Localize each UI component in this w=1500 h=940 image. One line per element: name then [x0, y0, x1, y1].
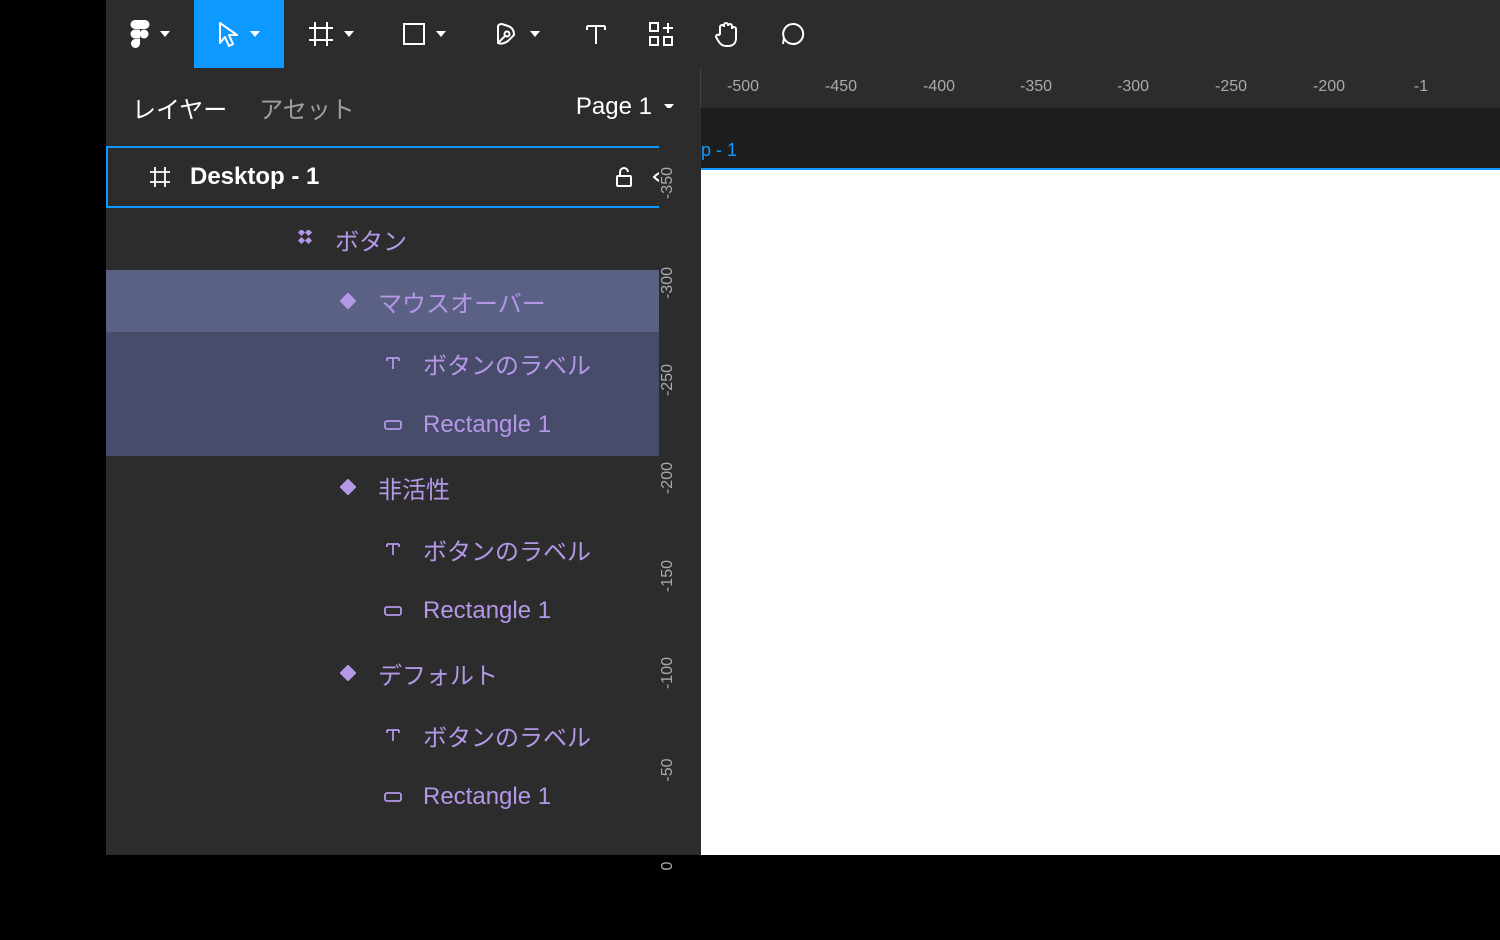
layer-text-button-label-3[interactable]: ボタンのラベル — [106, 704, 700, 766]
hand-tool-button[interactable] — [694, 0, 760, 68]
ruler-tick: -250 — [1215, 78, 1247, 96]
tab-assets[interactable]: アセット — [259, 90, 355, 125]
canvas-frame[interactable] — [701, 168, 1500, 855]
layer-variant-default[interactable]: デフォルト — [106, 642, 700, 704]
ruler-tick: -300 — [1117, 78, 1149, 96]
text-layer-icon — [379, 541, 407, 557]
layer-component-set-button[interactable]: ボタン — [106, 208, 700, 270]
left-gutter — [0, 0, 106, 940]
text-layer-icon — [379, 355, 407, 371]
cursor-icon — [218, 21, 240, 47]
move-tool-button[interactable] — [194, 0, 284, 68]
text-tool-button[interactable] — [564, 0, 628, 68]
resources-tool-button[interactable] — [628, 0, 694, 68]
ruler-tick: 0 — [659, 862, 701, 871]
comment-tool-button[interactable] — [760, 0, 826, 68]
resources-icon — [648, 21, 674, 47]
ruler-tick: -300 — [659, 267, 701, 299]
variant-icon — [334, 665, 362, 681]
chevron-down-icon — [344, 31, 354, 37]
chevron-down-icon — [530, 31, 540, 37]
page-label: Page 1 — [576, 93, 652, 121]
layer-variant-mouseover[interactable]: マウスオーバー — [106, 270, 700, 332]
layer-variant-inactive[interactable]: 非活性 — [106, 456, 700, 518]
ruler-tick: -350 — [659, 167, 701, 199]
rectangle-layer-icon — [379, 606, 407, 616]
ruler-tick: -450 — [825, 78, 857, 96]
layer-rectangle-1a[interactable]: Rectangle 1 — [106, 394, 700, 456]
variant-icon — [334, 293, 362, 309]
layer-label: マウスオーバー — [378, 284, 700, 319]
tab-layers[interactable]: レイヤー — [132, 90, 227, 125]
layers-panel: レイヤー アセット Page 1 Desktop - 1 — [106, 68, 701, 855]
text-layer-icon — [379, 727, 407, 743]
pen-icon — [494, 21, 520, 47]
pen-tool-button[interactable] — [470, 0, 564, 68]
text-icon — [584, 22, 608, 46]
ruler-tick: -250 — [659, 364, 701, 396]
figma-menu-button[interactable] — [106, 0, 194, 68]
ruler-tick: -400 — [923, 78, 955, 96]
unlock-icon[interactable] — [614, 166, 634, 188]
ruler-tick: -500 — [727, 78, 759, 96]
ruler-tick: -100 — [659, 657, 701, 689]
layer-label: デフォルト — [378, 656, 700, 691]
layer-rectangle-1b[interactable]: Rectangle 1 — [106, 580, 700, 642]
bottom-gutter — [0, 855, 1500, 940]
panel-tabs: レイヤー アセット Page 1 — [106, 68, 700, 146]
layer-text-button-label-1[interactable]: ボタンのラベル — [106, 332, 700, 394]
ruler-vertical: -350 -300 -250 -200 -150 -100 -50 0 — [659, 108, 701, 855]
ruler-tick: -50 — [659, 758, 701, 781]
ruler-tick: -1 — [1414, 78, 1428, 96]
component-set-icon — [291, 230, 319, 248]
chevron-down-icon — [436, 31, 446, 37]
ruler-horizontal: -500 -450 -400 -350 -300 -250 -200 -1 — [701, 68, 1500, 108]
layer-rectangle-1c[interactable]: Rectangle 1 — [106, 766, 700, 828]
ruler-tick: -350 — [1020, 78, 1052, 96]
rectangle-layer-icon — [379, 420, 407, 430]
ruler-tick: -200 — [1313, 78, 1345, 96]
shape-tool-button[interactable] — [378, 0, 470, 68]
layer-label: 非活性 — [378, 470, 700, 505]
rectangle-icon — [402, 22, 426, 46]
variant-icon — [334, 479, 362, 495]
ruler-tick: -200 — [659, 462, 701, 494]
chevron-down-icon — [250, 31, 260, 37]
chevron-down-icon — [160, 31, 170, 37]
canvas[interactable]: -350 -300 -250 -200 -150 -100 -50 0 -500… — [701, 68, 1500, 855]
layer-frame-desktop-1[interactable]: Desktop - 1 — [106, 146, 700, 208]
hand-icon — [714, 20, 740, 48]
layer-tree: Desktop - 1 ボタン — [106, 146, 700, 828]
layer-text-button-label-2[interactable]: ボタンのラベル — [106, 518, 700, 580]
ruler-tick: -150 — [659, 560, 701, 592]
canvas-frame-label[interactable]: p - 1 — [701, 136, 737, 165]
layer-label: ボタン — [335, 222, 700, 257]
frame-icon — [146, 167, 174, 187]
rectangle-layer-icon — [379, 792, 407, 802]
figma-logo-icon — [130, 20, 150, 48]
frame-tool-button[interactable] — [284, 0, 378, 68]
comment-icon — [780, 21, 806, 47]
frame-icon — [308, 21, 334, 47]
top-toolbar — [106, 0, 1500, 68]
